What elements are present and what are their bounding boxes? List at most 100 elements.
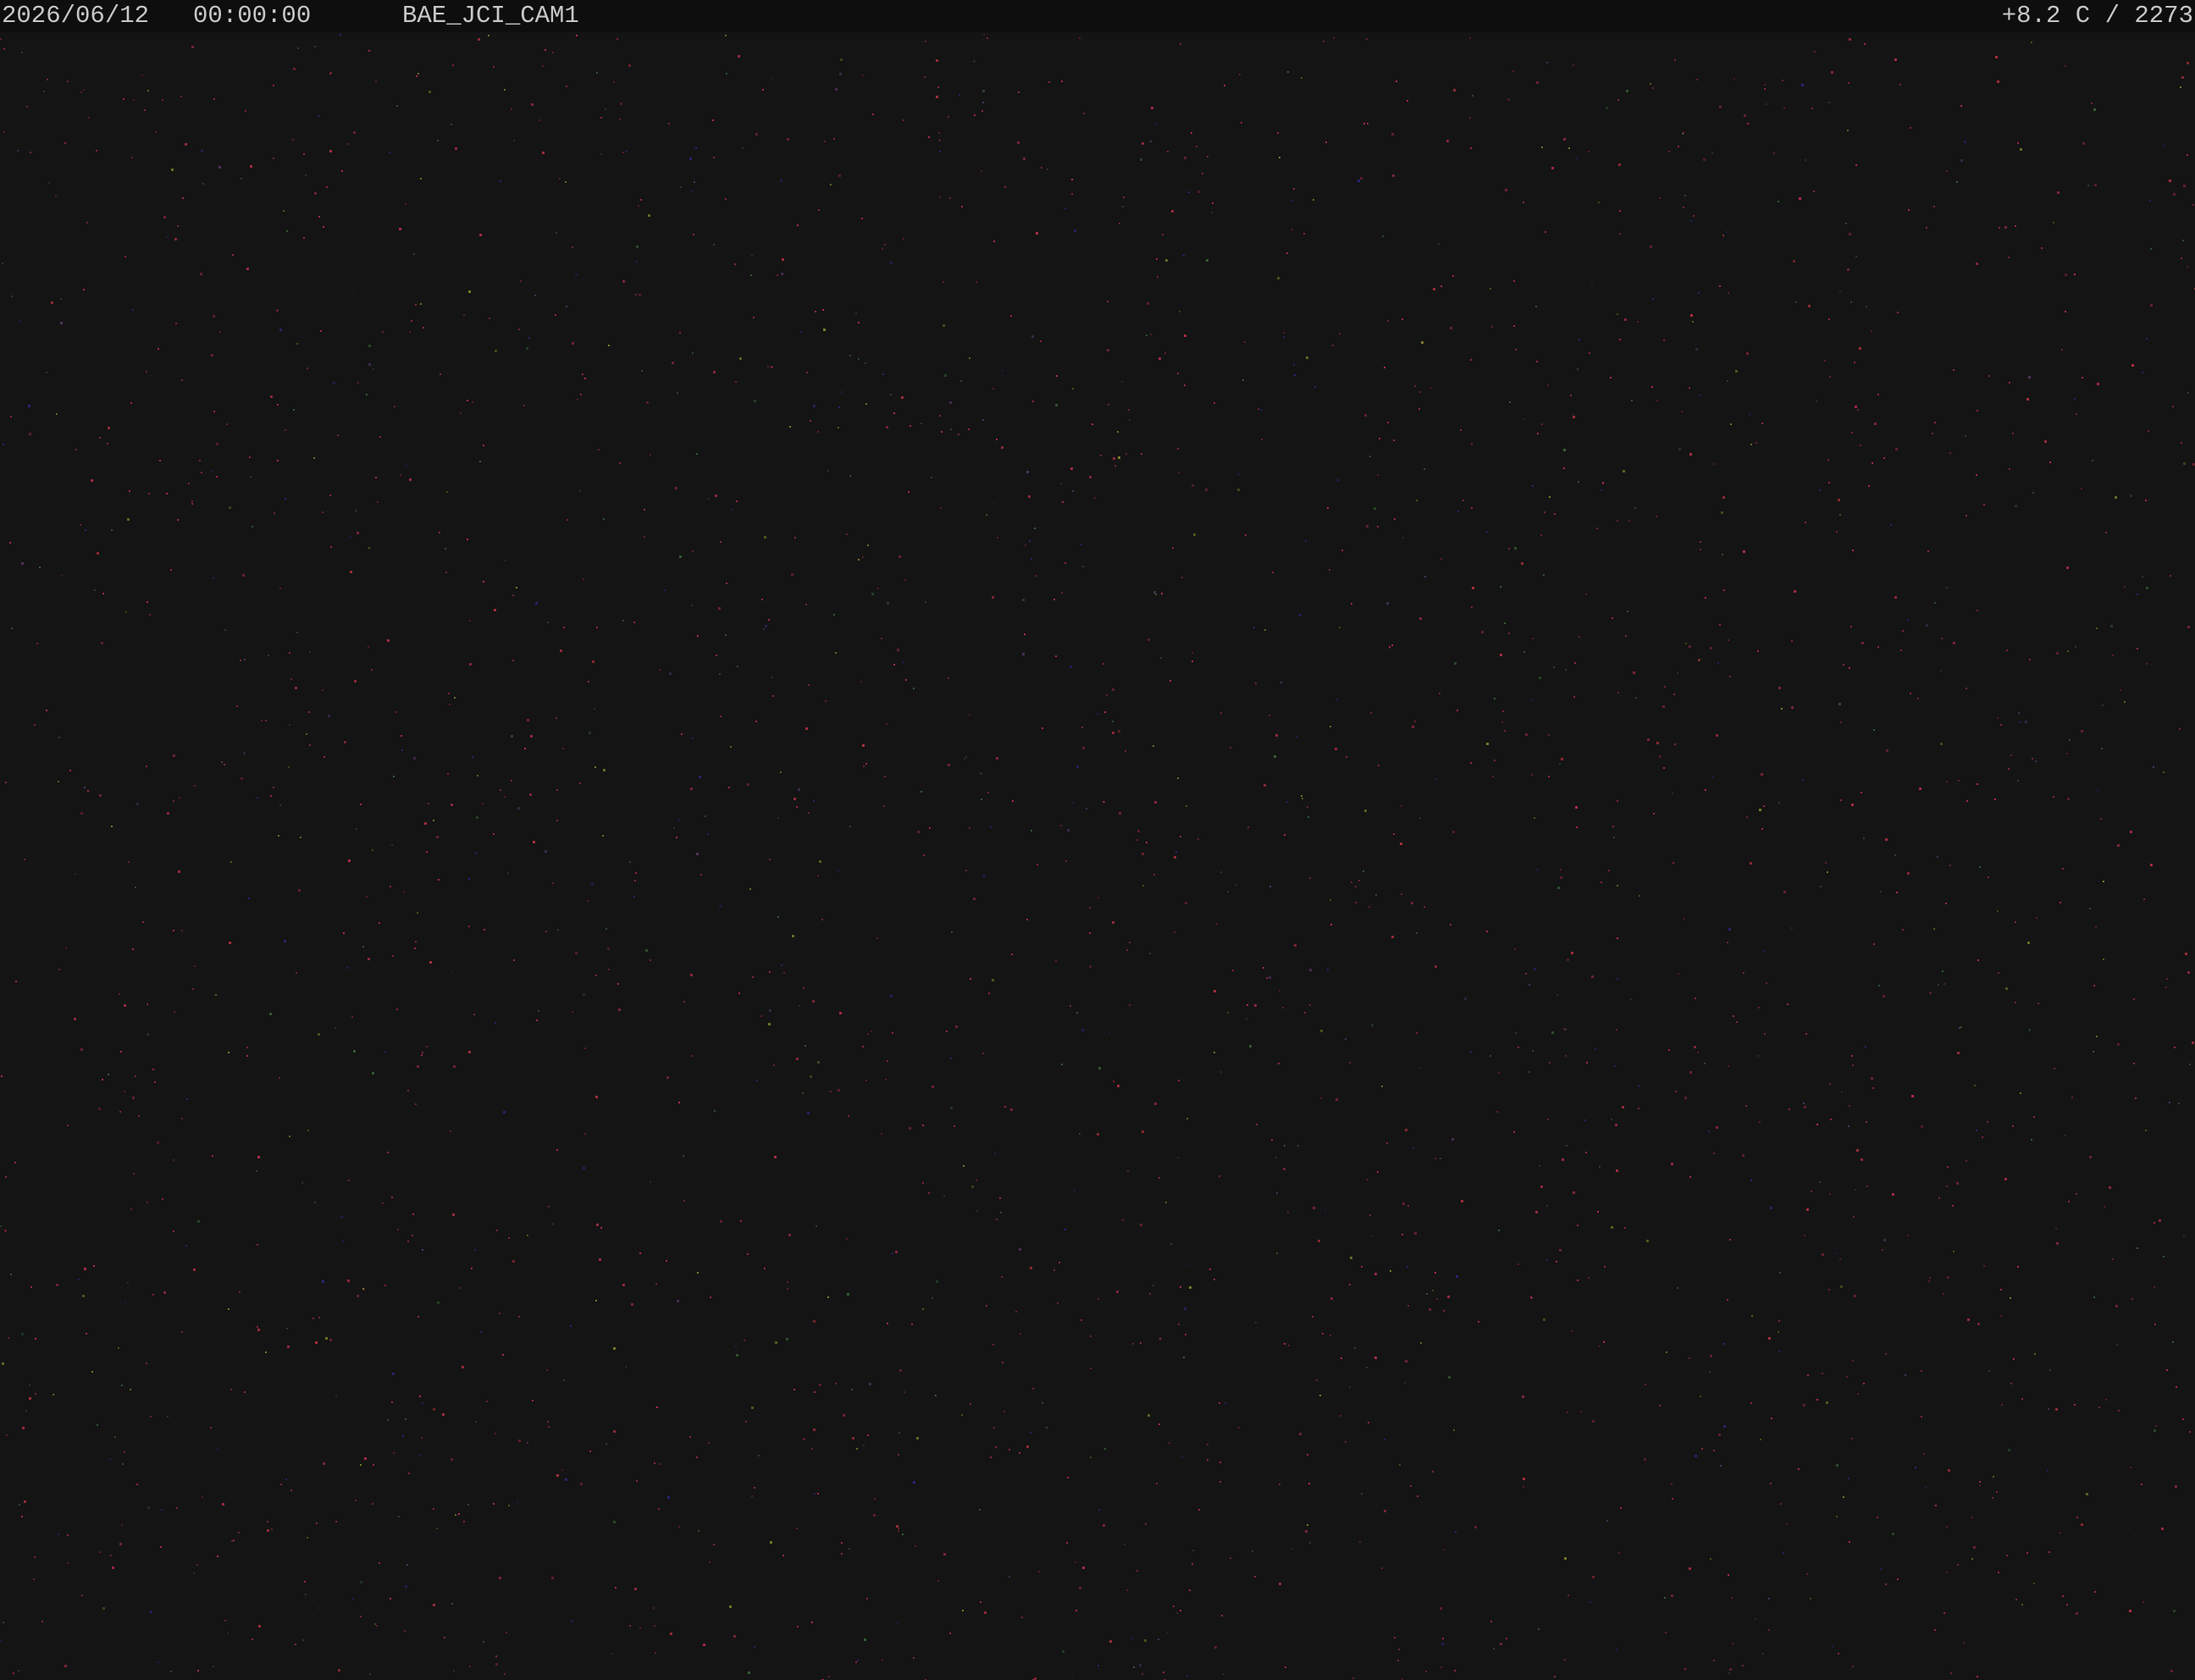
noise-pixel bbox=[1327, 969, 1329, 970]
noise-pixel bbox=[2116, 1344, 2118, 1346]
noise-pixel bbox=[846, 533, 848, 535]
noise-pixel bbox=[567, 519, 568, 521]
noise-pixel bbox=[1381, 1086, 1383, 1087]
noise-pixel bbox=[1230, 1557, 1231, 1559]
noise-pixel bbox=[1346, 756, 1347, 758]
noise-pixel bbox=[289, 1136, 290, 1137]
noise-pixel bbox=[24, 859, 25, 860]
noise-pixel bbox=[793, 798, 796, 800]
noise-pixel bbox=[1254, 1576, 1256, 1578]
noise-pixel bbox=[755, 133, 758, 135]
noise-pixel bbox=[1214, 1646, 1217, 1649]
noise-pixel bbox=[81, 1594, 83, 1596]
noise-pixel bbox=[350, 571, 352, 573]
noise-pixel bbox=[1098, 897, 1099, 898]
noise-pixel bbox=[3, 444, 4, 445]
noise-pixel bbox=[689, 158, 692, 160]
noise-pixel bbox=[1983, 1265, 1985, 1267]
noise-pixel bbox=[754, 1646, 755, 1648]
noise-pixel bbox=[1435, 1158, 1436, 1159]
noise-pixel bbox=[917, 831, 920, 833]
noise-pixel bbox=[1405, 1360, 1407, 1362]
noise-pixel bbox=[761, 599, 763, 600]
noise-pixel bbox=[1104, 711, 1106, 713]
noise-pixel bbox=[415, 941, 417, 942]
noise-pixel bbox=[1612, 826, 1614, 827]
noise-pixel bbox=[696, 853, 699, 855]
noise-pixel bbox=[2010, 1383, 2012, 1384]
noise-pixel bbox=[1097, 1133, 1099, 1136]
noise-pixel bbox=[1934, 1629, 1936, 1631]
noise-pixel bbox=[1174, 931, 1175, 933]
noise-pixel bbox=[1601, 881, 1602, 883]
noise-pixel bbox=[1230, 747, 1231, 749]
noise-pixel bbox=[728, 787, 730, 788]
noise-pixel bbox=[882, 1659, 883, 1661]
noise-pixel bbox=[353, 1050, 356, 1053]
noise-pixel bbox=[993, 503, 995, 505]
noise-pixel bbox=[1857, 409, 1859, 411]
noise-pixel bbox=[124, 256, 126, 257]
noise-pixel bbox=[1019, 1248, 1021, 1251]
noise-pixel bbox=[352, 1598, 354, 1600]
noise-pixel bbox=[731, 509, 733, 511]
noise-pixel bbox=[1513, 280, 1515, 282]
noise-pixel bbox=[857, 1660, 859, 1661]
noise-pixel bbox=[1031, 335, 1034, 338]
noise-pixel bbox=[1782, 80, 1783, 81]
noise-pixel bbox=[244, 659, 246, 660]
noise-pixel bbox=[1840, 799, 1842, 801]
noise-pixel bbox=[1539, 677, 1541, 679]
noise-pixel bbox=[2033, 1583, 2035, 1584]
noise-pixel bbox=[15, 981, 17, 982]
noise-pixel bbox=[756, 1080, 758, 1081]
noise-pixel bbox=[1718, 1434, 1721, 1436]
noise-pixel bbox=[248, 898, 250, 899]
noise-pixel bbox=[337, 434, 339, 436]
noise-pixel bbox=[719, 673, 721, 675]
noise-pixel bbox=[932, 1086, 934, 1088]
noise-pixel bbox=[2067, 798, 2070, 800]
noise-pixel bbox=[1634, 507, 1636, 509]
noise-pixel bbox=[1795, 301, 1797, 303]
noise-pixel bbox=[678, 820, 680, 821]
noise-pixel bbox=[1360, 177, 1363, 180]
noise-pixel bbox=[703, 247, 705, 249]
noise-pixel bbox=[1118, 456, 1120, 459]
noise-pixel bbox=[1805, 522, 1806, 523]
noise-pixel bbox=[1523, 651, 1525, 653]
noise-pixel bbox=[715, 495, 717, 497]
noise-pixel bbox=[1894, 596, 1897, 599]
noise-pixel bbox=[629, 861, 631, 863]
noise-pixel bbox=[2146, 663, 2148, 665]
noise-pixel bbox=[1713, 463, 1715, 465]
noise-pixel bbox=[582, 373, 583, 375]
noise-pixel bbox=[1633, 671, 1635, 674]
noise-pixel bbox=[426, 1046, 428, 1047]
noise-pixel bbox=[605, 108, 606, 110]
noise-pixel bbox=[575, 274, 578, 276]
noise-pixel bbox=[713, 157, 715, 158]
noise-pixel bbox=[1224, 85, 1225, 86]
noise-pixel bbox=[1545, 231, 1546, 233]
noise-pixel bbox=[1164, 352, 1166, 354]
noise-pixel bbox=[986, 1305, 987, 1307]
noise-pixel bbox=[1279, 1583, 1281, 1585]
noise-pixel bbox=[26, 106, 28, 108]
noise-pixel bbox=[217, 1556, 218, 1557]
noise-pixel bbox=[2037, 1003, 2039, 1004]
noise-pixel bbox=[1522, 1395, 1524, 1398]
noise-pixel bbox=[1650, 83, 1651, 85]
noise-pixel bbox=[1624, 318, 1627, 321]
noise-pixel bbox=[1803, 1404, 1805, 1406]
noise-pixel bbox=[1112, 732, 1114, 734]
noise-pixel bbox=[713, 244, 715, 246]
noise-pixel bbox=[64, 1665, 67, 1667]
noise-pixel bbox=[1147, 302, 1149, 305]
noise-pixel bbox=[2010, 754, 2012, 756]
noise-pixel bbox=[400, 474, 401, 476]
noise-pixel bbox=[1977, 783, 1978, 785]
noise-pixel bbox=[1525, 973, 1527, 975]
noise-pixel bbox=[1508, 633, 1510, 634]
noise-pixel bbox=[387, 639, 390, 642]
